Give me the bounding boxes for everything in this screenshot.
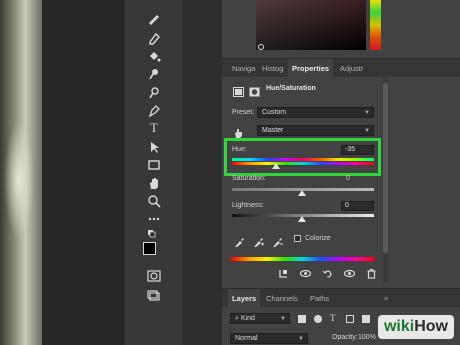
hue-value-field[interactable]: -35 <box>341 145 374 155</box>
filter-shape-icon[interactable] <box>346 315 354 323</box>
lightness-slider-thumb[interactable] <box>298 216 306 222</box>
preset-value: Custom <box>262 109 287 116</box>
hue-reference-bar <box>232 162 374 165</box>
toggle-visibility-icon[interactable] <box>342 266 356 280</box>
delete-adjustment-icon[interactable] <box>364 266 378 280</box>
watermark-wiki: wiki <box>383 318 415 335</box>
path-selection-icon[interactable] <box>145 139 163 155</box>
tab-properties[interactable]: Properties <box>288 59 334 78</box>
saturation-value[interactable]: 0 <box>346 175 350 182</box>
canvas-background <box>42 0 124 345</box>
lightness-value-field[interactable]: 0 <box>341 201 374 211</box>
hue-strip[interactable] <box>370 0 381 50</box>
color-spectrum-bar <box>231 257 375 261</box>
preset-label: Preset: <box>232 109 255 116</box>
colorize-label: Colorize <box>305 235 331 242</box>
eyedropper-icon[interactable] <box>234 234 245 247</box>
chevron-down-icon: ▼ <box>364 110 370 116</box>
eraser-icon[interactable] <box>145 30 163 46</box>
filter-smart-object-icon[interactable] <box>362 315 370 323</box>
healing-brush-icon[interactable] <box>145 10 163 26</box>
blend-mode-value: Normal <box>235 335 258 342</box>
colorize-checkbox[interactable] <box>294 235 301 242</box>
kind-dropdown[interactable]: ⌕ Kind ▼ <box>230 313 290 324</box>
subtract-from-sample-eyedropper-icon[interactable] <box>272 234 283 247</box>
hand-tool-icon[interactable] <box>145 175 163 191</box>
channel-dropdown[interactable]: Master ▼ <box>257 125 374 136</box>
pen-icon[interactable] <box>145 103 163 119</box>
clip-to-layer-icon[interactable] <box>276 266 290 280</box>
color-picker-field[interactable] <box>256 0 366 50</box>
dodge-icon[interactable] <box>145 85 163 101</box>
photoshop-window: T Naviga Histog Properties Adjustr Hue/S… <box>0 0 460 345</box>
lightness-label: Lightness: <box>232 202 264 209</box>
opacity-label: Opacity: <box>332 334 358 341</box>
zoom-tool-icon[interactable] <box>145 193 163 209</box>
more-tools-icon[interactable] <box>145 211 163 227</box>
chevron-down-icon: ▼ <box>280 316 286 322</box>
filter-type-icon[interactable]: T <box>330 313 340 323</box>
hue-highlight-box <box>224 138 381 176</box>
saturation-slider-thumb[interactable] <box>298 190 306 196</box>
channel-value: Master <box>262 127 284 134</box>
hue-slider-track[interactable] <box>232 158 374 161</box>
wikihow-watermark: wikiHow <box>377 315 454 339</box>
panel-gap <box>184 0 222 345</box>
hue-slider-thumb[interactable] <box>272 163 281 169</box>
preset-dropdown[interactable]: Custom ▼ <box>257 107 374 118</box>
layer-mask-icon <box>249 84 260 97</box>
chevron-down-icon: ▼ <box>364 128 370 134</box>
layers-panel-tabs: Layers Channels Paths ≡ <box>222 288 460 308</box>
tab-channels[interactable]: Channels <box>262 289 302 308</box>
panel-menu-icon[interactable]: ≡ <box>380 289 392 308</box>
smudge-icon[interactable] <box>145 66 163 82</box>
canvas-image[interactable] <box>0 0 42 345</box>
adjustment-layer-icon <box>233 84 244 97</box>
panel-tabs: Naviga Histog Properties Adjustr <box>222 58 460 78</box>
kind-value: Kind <box>240 315 255 322</box>
screen-mode-icon[interactable] <box>145 288 163 304</box>
blend-mode-dropdown[interactable]: Normal ▼ <box>230 333 308 344</box>
filter-adjustment-icon[interactable] <box>314 315 322 323</box>
scrollbar-thumb[interactable] <box>383 83 388 253</box>
targeted-adjustment-hand-icon[interactable] <box>233 125 244 138</box>
rectangle-tool-icon[interactable] <box>145 157 163 173</box>
tab-history[interactable]: Histog <box>258 59 287 78</box>
tools-toolbar: T <box>124 0 184 345</box>
type-tool-icon[interactable]: T <box>145 120 163 136</box>
quick-mask-icon[interactable] <box>145 268 163 284</box>
saturation-label: Saturation: <box>232 175 266 182</box>
foreground-color-swatch[interactable] <box>143 242 156 255</box>
add-to-sample-eyedropper-icon[interactable] <box>253 234 264 247</box>
paint-bucket-icon[interactable] <box>145 48 163 64</box>
chevron-down-icon: ▼ <box>298 336 304 342</box>
hue-label: Hue: <box>232 146 247 153</box>
properties-title: Hue/Saturation <box>266 85 316 92</box>
opacity-value[interactable]: 100% <box>358 334 376 341</box>
watermark-how: How <box>414 318 448 335</box>
tab-adjustments[interactable]: Adjustr <box>336 59 367 78</box>
filter-pixel-icon[interactable] <box>298 315 306 323</box>
color-picker-cursor[interactable] <box>258 44 264 50</box>
tab-navigator[interactable]: Naviga <box>228 59 259 78</box>
tab-paths[interactable]: Paths <box>306 289 333 308</box>
view-previous-state-icon[interactable] <box>298 266 312 280</box>
properties-scrollbar[interactable] <box>383 78 388 283</box>
tab-layers[interactable]: Layers <box>228 289 261 308</box>
reset-adjustment-icon[interactable] <box>320 266 334 280</box>
